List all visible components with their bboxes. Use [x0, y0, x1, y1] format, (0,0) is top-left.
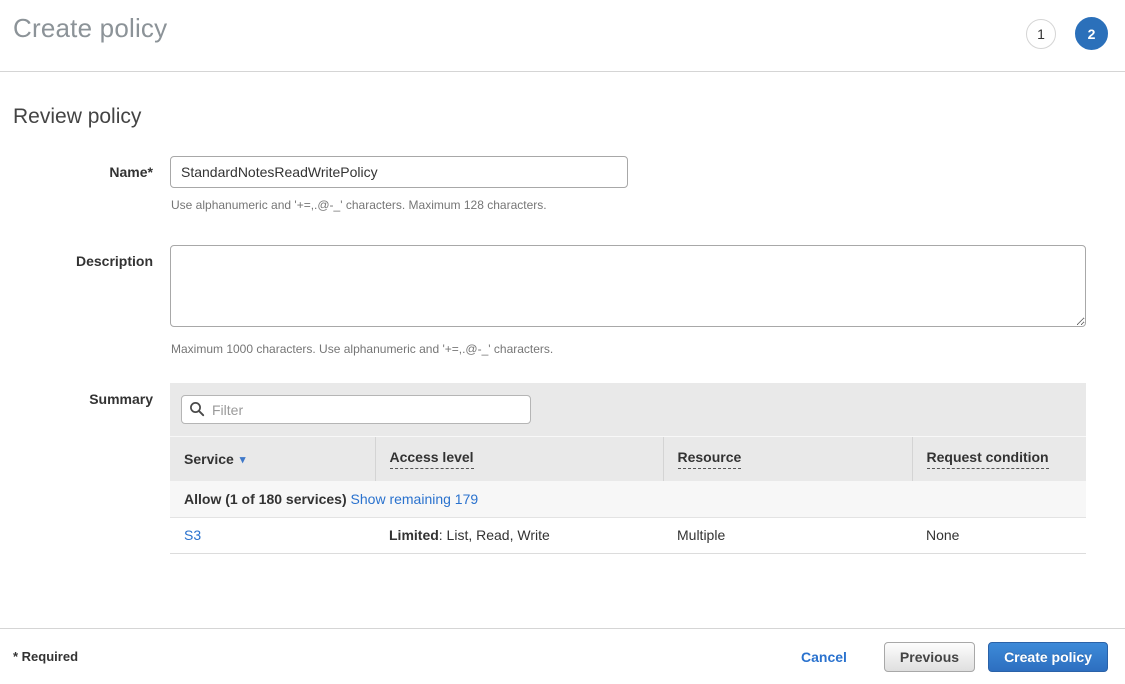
footer-bar: * Required Cancel Previous Create policy — [0, 628, 1125, 684]
step-1-indicator[interactable]: 1 — [1026, 19, 1056, 49]
name-row: Name* Use alphanumeric and '+=,.@-_' cha… — [0, 156, 1125, 212]
review-policy-form: Name* Use alphanumeric and '+=,.@-_' cha… — [0, 156, 1125, 554]
policy-description-textarea[interactable] — [170, 245, 1086, 327]
step-2-indicator[interactable]: 2 — [1075, 17, 1108, 50]
allow-group-row: Allow (1 of 180 services) Show remaining… — [170, 481, 1086, 518]
summary-filter-input[interactable] — [181, 395, 531, 424]
name-helper-text: Use alphanumeric and '+=,.@-_' character… — [171, 198, 1101, 212]
page-header: Create policy 1 2 — [0, 0, 1125, 72]
step-indicator: 1 2 — [1026, 12, 1108, 50]
column-header-access-level[interactable]: Access level — [375, 437, 663, 481]
summary-table-container: Service▾ Access level Resource Request c… — [170, 383, 1086, 554]
summary-row: Summary — [0, 383, 1125, 554]
name-label: Name* — [109, 164, 153, 180]
access-level-prefix: Limited — [389, 527, 439, 543]
allow-group-label: Allow (1 of 180 services) — [184, 491, 347, 507]
resource-cell: Multiple — [663, 518, 912, 554]
column-header-service[interactable]: Service▾ — [170, 437, 375, 481]
description-row: Description Maximum 1000 characters. Use… — [0, 245, 1125, 356]
filter-bar — [170, 383, 1086, 437]
summary-table-header-row: Service▾ Access level Resource Request c… — [170, 437, 1086, 481]
description-helper-text: Maximum 1000 characters. Use alphanumeri… — [171, 342, 1101, 356]
column-header-resource[interactable]: Resource — [663, 437, 912, 481]
show-remaining-link[interactable]: Show remaining 179 — [351, 491, 479, 507]
service-s3-link[interactable]: S3 — [184, 527, 201, 543]
access-level-detail: : List, Read, Write — [439, 527, 550, 543]
sort-descending-icon[interactable]: ▾ — [240, 454, 246, 466]
summary-table: Service▾ Access level Resource Request c… — [170, 437, 1086, 554]
required-note: * Required — [13, 649, 78, 664]
table-row-s3: S3 Limited: List, Read, Write Multiple N… — [170, 518, 1086, 554]
create-policy-button[interactable]: Create policy — [988, 642, 1108, 672]
policy-name-input[interactable] — [170, 156, 628, 188]
search-icon — [189, 401, 205, 417]
description-label: Description — [76, 253, 153, 269]
request-condition-cell: None — [912, 518, 1086, 554]
section-title: Review policy — [0, 72, 1125, 129]
page-title: Create policy — [13, 12, 167, 44]
previous-button[interactable]: Previous — [884, 642, 975, 672]
column-header-request-condition[interactable]: Request condition — [912, 437, 1086, 481]
summary-label: Summary — [89, 391, 153, 407]
cancel-button[interactable]: Cancel — [801, 649, 847, 665]
